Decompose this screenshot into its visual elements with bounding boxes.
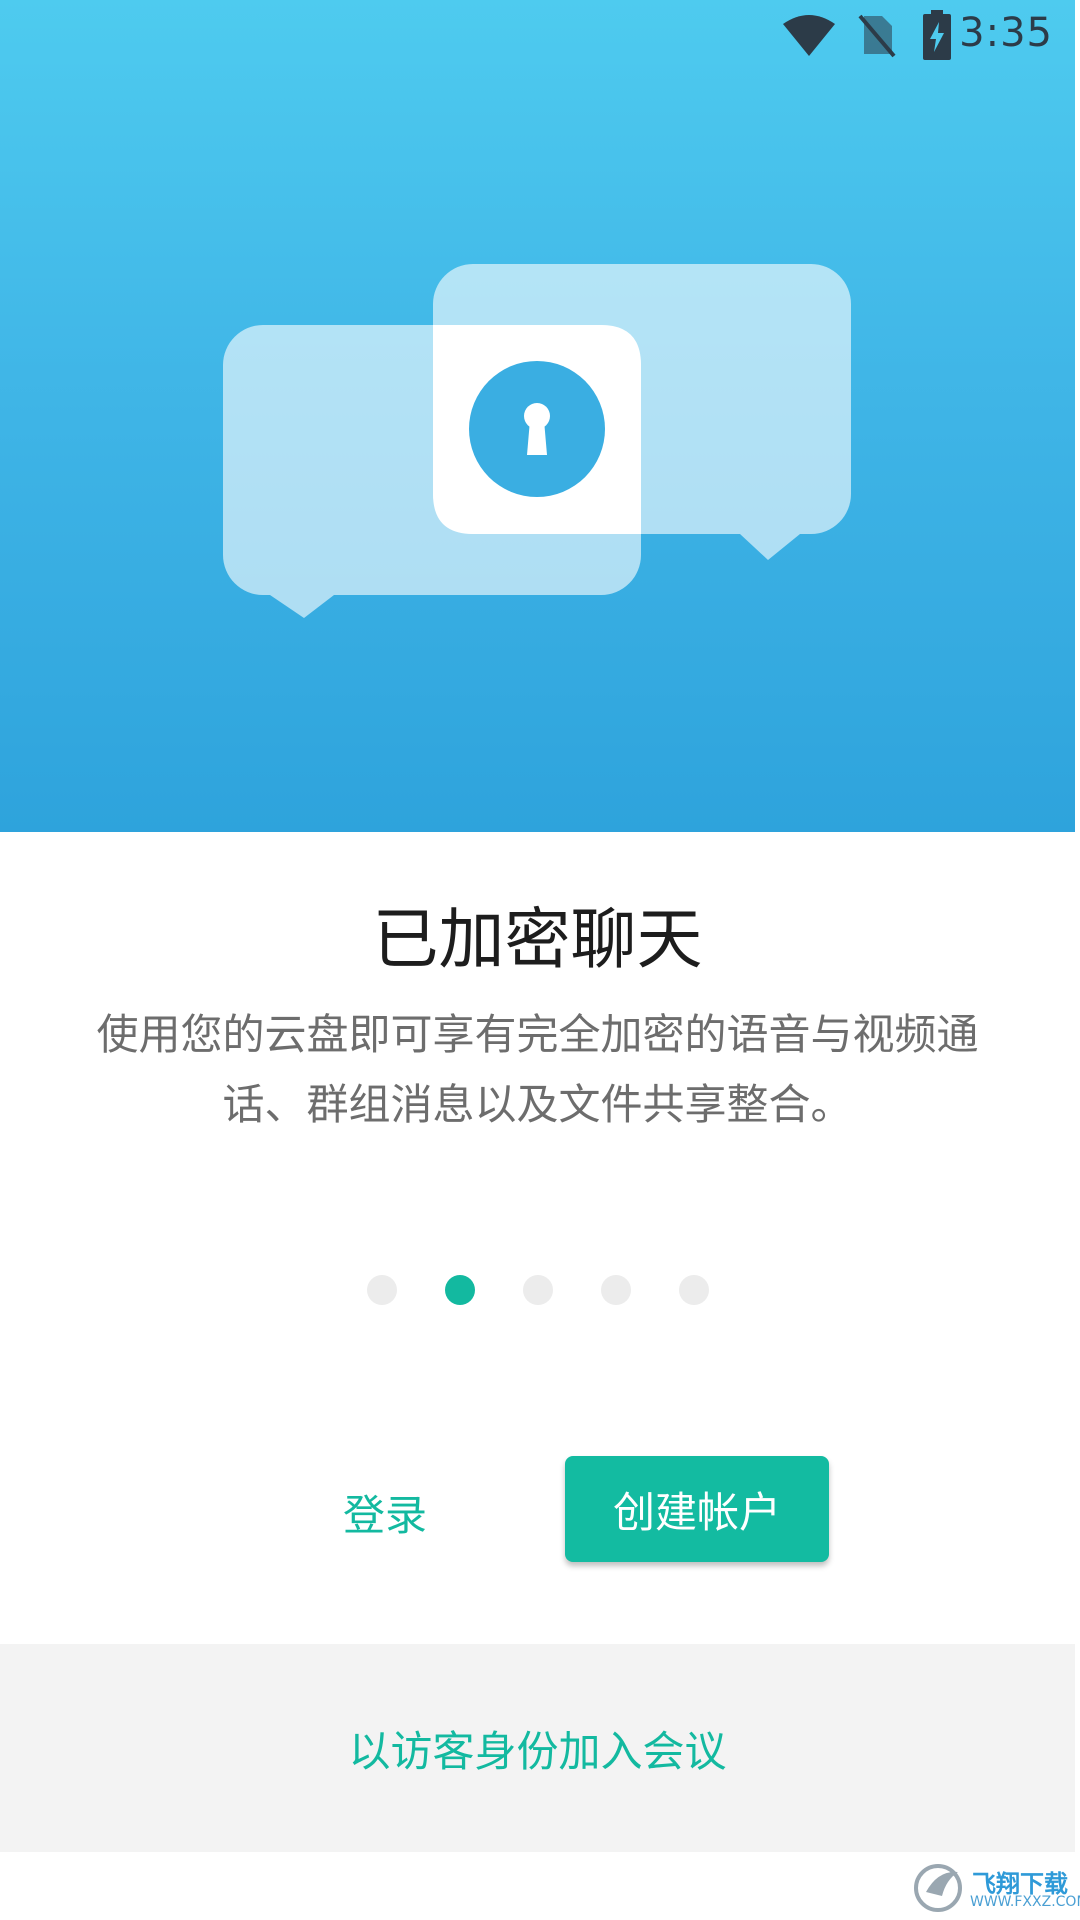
join-as-guest-label: 以访客身份加入会议	[348, 1726, 727, 1776]
page-dot-4[interactable]	[600, 1275, 631, 1305]
page-dot-5[interactable]	[678, 1275, 709, 1305]
hero-banner: 3:35	[0, 0, 1075, 832]
onboarding-screen: 3:35 已加密聊天 使用您的云盘即可享有完全加密的语音与视频通话、群组消息以及…	[0, 0, 1080, 1920]
page-dot-2-active[interactable]	[444, 1275, 475, 1305]
watermark-logo-icon	[914, 1864, 962, 1912]
keyhole-lock-icon	[469, 361, 605, 497]
page-description: 使用您的云盘即可享有完全加密的语音与视频通话、群组消息以及文件共享整合。	[96, 1010, 979, 1129]
page-title: 已加密聊天	[372, 901, 703, 978]
encrypted-chat-illustration	[223, 264, 851, 618]
login-button[interactable]: 登录	[305, 1462, 465, 1562]
page-dot-1[interactable]	[366, 1275, 397, 1305]
watermark-url: WWW.FXXZ.COM	[970, 1894, 1080, 1910]
create-account-button[interactable]: 创建帐户	[565, 1456, 829, 1562]
page-indicator	[0, 1272, 1075, 1308]
join-as-guest-button[interactable]: 以访客身份加入会议	[0, 1644, 1075, 1852]
site-watermark: 飞翔下载 WWW.FXXZ.COM	[912, 1862, 1080, 1914]
page-dot-3[interactable]	[522, 1275, 553, 1305]
